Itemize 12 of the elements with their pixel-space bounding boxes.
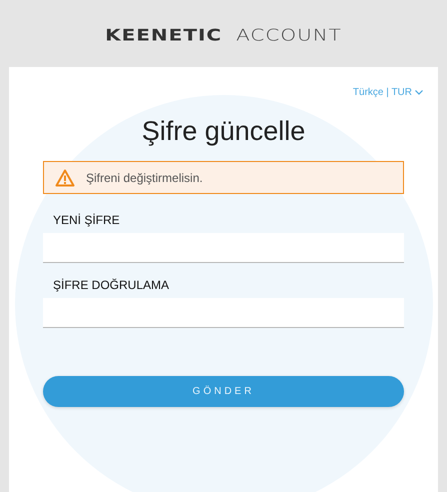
- language-selector[interactable]: Türkçe | TUR: [352, 87, 423, 98]
- alert-message: Şifreni değiştirmelisin.: [86, 170, 203, 184]
- logo-brand: KEENETIC: [105, 24, 222, 44]
- page-title: Şifre güncelle: [140, 116, 306, 147]
- password-field[interactable]: [43, 233, 404, 263]
- field-label: YENİ ŞİFRE: [52, 213, 121, 227]
- warning-icon: [55, 168, 75, 186]
- chevron-down-icon: [415, 90, 423, 95]
- logo-product: ACCOUNT: [236, 24, 342, 44]
- password-field[interactable]: [43, 298, 404, 328]
- field-label: ŞİFRE DOĞRULAMA: [52, 278, 170, 292]
- submit-button[interactable]: GÖNDER: [43, 376, 404, 407]
